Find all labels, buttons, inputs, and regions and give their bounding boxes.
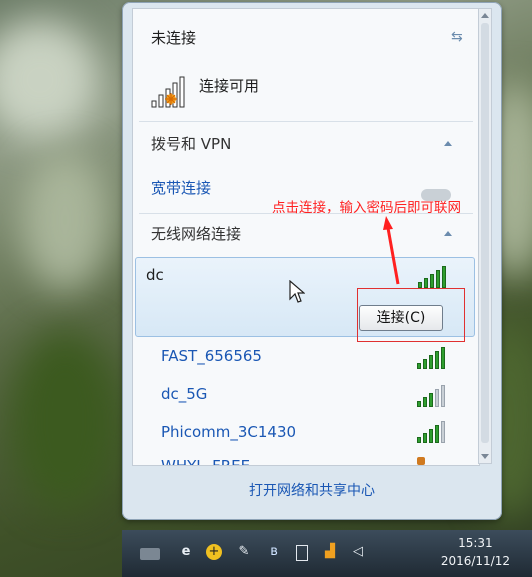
volume-icon[interactable]: ◁ (350, 544, 366, 560)
wireless-section-title[interactable]: 无线网络连接 (151, 223, 241, 244)
network-status-icon (151, 73, 191, 109)
scroll-up-arrow-icon[interactable] (481, 13, 489, 18)
signal-strength-icon (417, 421, 447, 443)
annotation-text: 点击连接，输入密码后即可联网 (272, 200, 461, 216)
network-item-phicomm[interactable]: Phicomm_3C1430 (161, 423, 296, 441)
clock-time: 15:31 (458, 536, 493, 550)
divider (139, 121, 473, 122)
dialup-section-title[interactable]: 拨号和 VPN (151, 133, 231, 154)
clock[interactable]: 15:31 2016/11/12 (441, 534, 510, 570)
scroll-down-arrow-icon[interactable] (481, 454, 489, 459)
clock-date: 2016/11/12 (440, 554, 510, 568)
network-ssid: dc (146, 266, 164, 284)
connection-status-text: 连接可用 (199, 77, 260, 95)
security-shield-icon (417, 457, 425, 465)
taskbar: e + ✎ ʙ ▟ ◁ 15:31 2016/11/12 (122, 530, 532, 577)
scrollbar[interactable] (478, 8, 492, 464)
plus-app-icon[interactable]: + (206, 544, 222, 560)
annotation-highlight-box (357, 288, 465, 342)
open-network-sharing-center-link[interactable]: 打开网络和共享中心 (122, 480, 502, 500)
bluetooth-icon[interactable]: ʙ (266, 544, 282, 560)
signal-strength-icon (418, 266, 448, 288)
broadband-connection-item[interactable]: 宽带连接 (151, 177, 211, 198)
network-item-fast[interactable]: FAST_656565 (161, 347, 262, 365)
network-tray-icon[interactable]: ▟ (322, 544, 338, 560)
pen-icon[interactable]: ✎ (236, 544, 252, 560)
keyboard-icon[interactable] (140, 548, 160, 560)
refresh-icon[interactable]: ⇆ (451, 29, 467, 45)
chevron-up-icon[interactable] (444, 141, 452, 146)
mouse-cursor-icon (289, 279, 306, 308)
chevron-up-icon[interactable] (444, 231, 452, 236)
network-flyout: 未连接 ⇆ 连接可用 拨号和 VPN 宽带连接 无线网络连接 dc 连接(C) … (122, 2, 502, 520)
scroll-thumb[interactable] (481, 23, 489, 443)
network-list: 未连接 ⇆ 连接可用 拨号和 VPN 宽带连接 无线网络连接 dc 连接(C) … (132, 8, 480, 466)
status-title: 未连接 (151, 29, 197, 47)
signal-strength-icon (417, 385, 447, 407)
battery-icon[interactable] (296, 545, 308, 561)
network-item-whyl[interactable]: WHYL_FREE (161, 457, 250, 465)
signal-strength-icon (417, 347, 447, 369)
annotation-arrow-icon (380, 216, 406, 290)
ie-icon[interactable]: e (178, 544, 194, 560)
network-item-dc-5g[interactable]: dc_5G (161, 385, 207, 403)
